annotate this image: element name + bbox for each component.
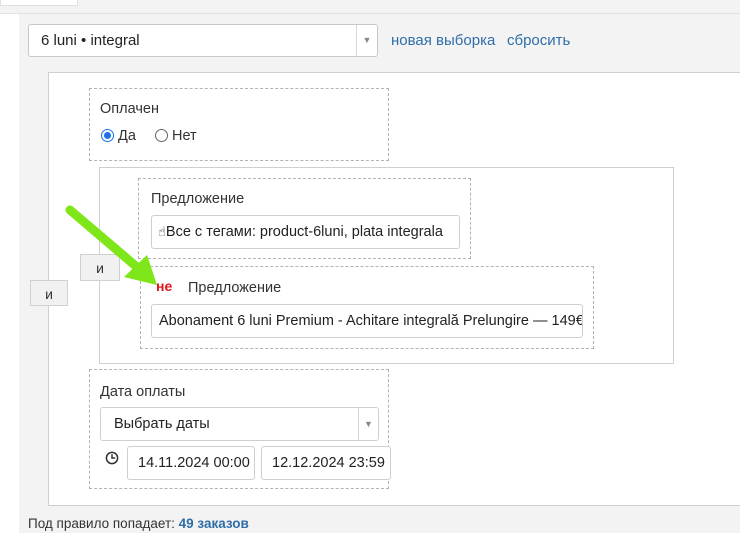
payment-date-select[interactable]: Выбрать даты ▼ [100, 407, 379, 441]
top-tabs-bar [0, 0, 740, 14]
paid-no-label[interactable]: Нет [172, 128, 197, 144]
paid-yes-radio[interactable] [101, 129, 114, 142]
date-from-value: 14.11.2024 00:00 [138, 455, 250, 471]
preset-select[interactable]: 6 luni • integral ▼ [28, 24, 378, 57]
preset-select-value: 6 luni • integral [41, 32, 140, 49]
date-from-input[interactable]: 14.11.2024 00:00 [127, 446, 255, 480]
offer-excluded-value: Abonament 6 luni Premium - Achitare inte… [159, 313, 583, 329]
paid-yes-label[interactable]: Да [118, 128, 136, 144]
offer-excluded-field[interactable]: Abonament 6 luni Premium - Achitare inte… [151, 304, 583, 338]
chevron-down-icon[interactable]: ▼ [358, 408, 378, 440]
payment-date-label: Дата оплаты [100, 384, 186, 400]
negation-label[interactable]: не [156, 278, 172, 294]
new-selection-link[interactable]: новая выборка [391, 24, 495, 57]
offer-tags-condition: Предложение ☝Все с тегами: product-6luni… [138, 178, 471, 259]
offer-excluded-condition: не Предложение Abonament 6 luni Premium … [140, 266, 594, 349]
outer-operator-button[interactable]: и [30, 280, 68, 306]
summary-prefix: Под правило попадает: [28, 516, 175, 531]
paid-label: Оплачен [100, 101, 159, 117]
offer-tags-label: Предложение [151, 191, 245, 207]
offer-tags-field[interactable]: ☝Все с тегами: product-6luni, plata inte… [151, 215, 460, 249]
rule-match-summary: Под правило попадает: 49 заказов [28, 516, 249, 531]
paid-condition: Оплачен Да Нет [89, 88, 389, 161]
offer-excluded-label: Предложение [188, 280, 282, 296]
clock-icon [105, 451, 119, 465]
offer-tags-value: Все с тегами: product-6luni, plata integ… [165, 224, 443, 240]
date-to-input[interactable]: 12.12.2024 23:59 [261, 446, 391, 480]
paid-no-radio[interactable] [155, 129, 168, 142]
date-to-value: 12.12.2024 23:59 [272, 455, 385, 471]
chevron-down-icon[interactable]: ▼ [356, 25, 377, 56]
payment-date-condition: Дата оплаты Выбрать даты ▼ 14.11.2024 00… [89, 369, 391, 489]
reset-link[interactable]: сбросить [507, 24, 570, 57]
hand-pointer-icon: ☝ [158, 224, 166, 239]
matched-orders-link[interactable]: 49 заказов [179, 516, 249, 531]
inner-operator-button[interactable]: и [80, 254, 120, 281]
active-tab[interactable] [0, 0, 78, 6]
payment-date-select-value: Выбрать даты [114, 416, 210, 432]
